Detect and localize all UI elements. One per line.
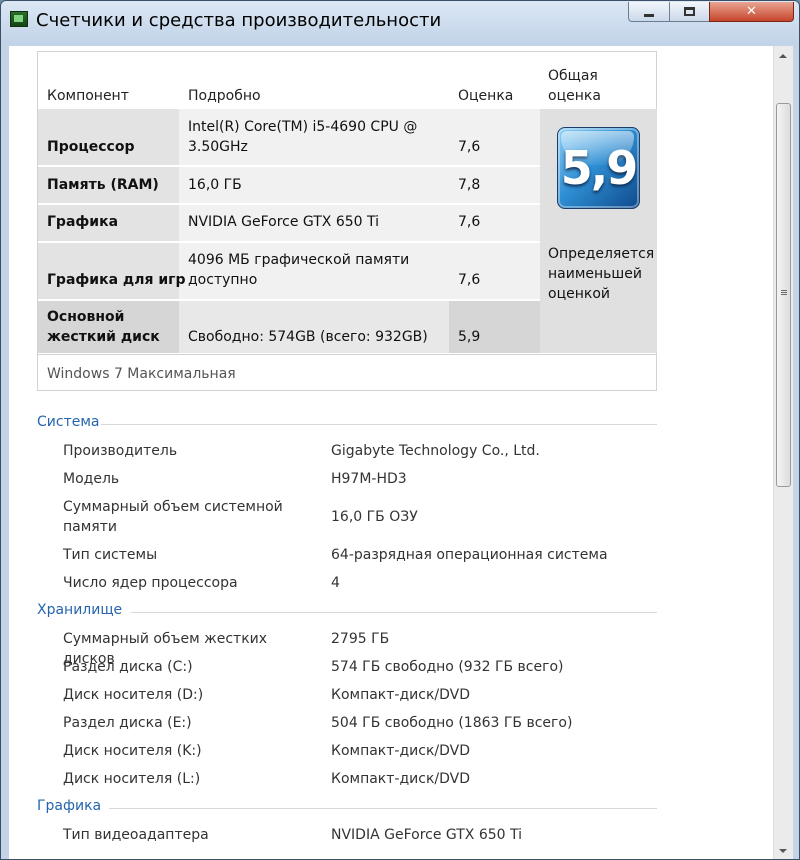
overall-note-line1: Определяется — [548, 246, 655, 262]
prop-memory-value: 16,0 ГБ ОЗУ — [331, 509, 418, 525]
row-graphics-details: NVIDIA GeForce GTX 650 Ti — [188, 214, 380, 230]
vertical-scrollbar[interactable] — [773, 46, 793, 859]
section-title-system: Система — [37, 414, 100, 430]
prop-disk-k-label: Диск носителя (K:) — [63, 743, 202, 759]
header-component: Компонент — [47, 88, 129, 104]
overall-score-value: 5,9 — [560, 141, 638, 195]
prop-disk-e-label: Раздел диска (E:) — [63, 715, 192, 731]
prop-disk-d-value: Компакт-диск/DVD — [331, 687, 471, 703]
prop-memory-label-line2: памяти — [63, 519, 117, 535]
prop-model-value: H97M-HD3 — [331, 471, 407, 487]
os-edition: Windows 7 Максимальная — [47, 366, 236, 382]
row-graphics-rating: 7,6 — [458, 214, 481, 230]
content-area: Компонент Подробно Оценка Общая оценка П… — [9, 46, 793, 859]
prop-disk-k-value: Компакт-диск/DVD — [331, 743, 471, 759]
prop-total-disk-value: 2795 ГБ — [331, 631, 390, 647]
prop-model-label: Модель — [63, 471, 120, 487]
maximize-icon — [684, 7, 695, 16]
prop-disk-l-label: Диск носителя (L:) — [63, 771, 201, 787]
prop-disk-c-value: 574 ГБ свободно (932 ГБ всего) — [331, 659, 564, 675]
prop-disk-c-label: Раздел диска (C:) — [63, 659, 193, 675]
maximize-button[interactable] — [669, 2, 710, 22]
section-title-storage: Хранилище — [37, 602, 123, 618]
row-cpu-details-line2: 3.50GHz — [188, 139, 248, 155]
header-overall-line1: Общая — [548, 68, 598, 84]
row-ram-details: 16,0 ГБ — [188, 177, 242, 193]
row-disk-label-line2: жесткий диск — [47, 329, 160, 345]
overall-note-line2: наименьшей — [548, 266, 642, 282]
row-disk-rating: 5,9 — [458, 329, 481, 345]
scroll-down-icon[interactable] — [779, 849, 787, 853]
minimize-button[interactable] — [628, 2, 670, 22]
window: Счетчики и средства производительности ✕… — [0, 0, 800, 860]
row-gaming-rating: 7,6 — [458, 272, 481, 288]
scrollbar-thumb[interactable] — [776, 103, 791, 487]
close-icon: ✕ — [746, 4, 757, 19]
header-overall-line2: оценка — [548, 88, 601, 104]
row-ram-label: Память (RAM) — [47, 177, 159, 193]
score-table: Компонент Подробно Оценка Общая оценка П… — [37, 51, 657, 391]
performance-app-icon — [10, 11, 28, 27]
close-button[interactable]: ✕ — [709, 2, 794, 22]
row-cpu-details-line1: Intel(R) Core(TM) i5-4690 CPU @ — [188, 119, 418, 135]
row-graphics-label: Графика — [47, 214, 119, 230]
section-divider — [101, 424, 657, 425]
minimize-icon — [644, 14, 654, 17]
header-rating: Оценка — [458, 88, 514, 104]
row-cpu-label: Процессор — [47, 139, 135, 155]
row-gaming-label: Графика для игр — [47, 272, 186, 288]
prop-system-type-value: 64-разрядная операционная система — [331, 547, 608, 563]
row-cpu-rating: 7,6 — [458, 139, 481, 155]
overall-note-line3: оценкой — [548, 286, 610, 302]
prop-cores-value: 4 — [331, 575, 340, 591]
window-title: Счетчики и средства производительности — [36, 10, 442, 31]
prop-video-adapter-value: NVIDIA GeForce GTX 650 Ti — [331, 827, 523, 843]
prop-manufacturer-label: Производитель — [63, 443, 178, 459]
prop-memory-label-line1: Суммарный объем системной — [63, 499, 283, 515]
row-ram-rating: 7,8 — [458, 177, 481, 193]
section-divider — [109, 808, 657, 809]
overall-score-note: Определяется наименьшей оценкой — [548, 244, 655, 304]
prop-disk-e-value: 504 ГБ свободно (1863 ГБ всего) — [331, 715, 573, 731]
prop-manufacturer-value: Gigabyte Technology Co., Ltd. — [331, 443, 540, 459]
scroll-up-icon[interactable] — [779, 54, 787, 58]
title-bar[interactable]: Счетчики и средства производительности ✕ — [1, 1, 799, 45]
row-gaming-details-line2: доступно — [188, 272, 258, 288]
os-edition-row: Windows 7 Максимальная — [38, 354, 656, 391]
prop-disk-d-label: Диск носителя (D:) — [63, 687, 204, 703]
row-disk-label-line1: Основной — [47, 309, 125, 325]
header-details: Подробно — [188, 88, 261, 104]
prop-video-adapter-label: Тип видеоадаптера — [63, 827, 209, 843]
prop-cores-label: Число ядер процессора — [63, 575, 238, 591]
row-gaming-details-line1: 4096 МБ графической памяти — [188, 252, 410, 268]
section-title-graphics: Графика — [37, 798, 102, 814]
prop-system-type-label: Тип системы — [63, 547, 158, 563]
section-divider — [131, 612, 657, 613]
scrollbar-grip-icon — [781, 290, 787, 291]
overall-score-badge: 5,9 — [557, 127, 640, 209]
row-disk-details: Свободно: 574GB (всего: 932GB) — [188, 329, 428, 345]
prop-disk-l-value: Компакт-диск/DVD — [331, 771, 471, 787]
